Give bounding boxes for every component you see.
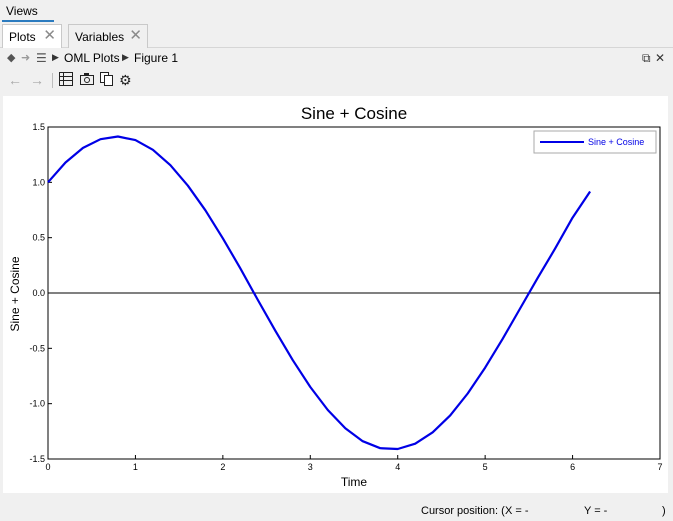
cursor-x-readout: X = -: [505, 505, 529, 517]
close-icon[interactable]: ✕: [129, 27, 142, 45]
status-bar: Cursor position: ( X = - Y = - ): [0, 500, 673, 521]
tab-strip: Plots ✕ Variables ✕: [0, 24, 673, 49]
chart-title: Sine + Cosine: [301, 104, 407, 123]
back-arrow-icon[interactable]: ←: [8, 72, 22, 88]
x-tick-label: 2: [220, 462, 225, 472]
app-window: Views Plots ✕ Variables ✕ ◆ ➜ ☰ ▶ OML Pl…: [0, 0, 673, 521]
axes: 0 1 2 3 4 5 6 7 1.5 1.0 0.5 0.0 -0.5 -1.0 -1.5: [29, 122, 662, 472]
y-tick-label: -1.0: [29, 399, 45, 409]
close-icon[interactable]: ✕: [43, 27, 56, 45]
cursor-close-paren: ): [662, 505, 666, 517]
x-tick-label: 3: [308, 462, 313, 472]
x-axis-label: Time: [341, 475, 368, 489]
y-tick-label: -0.5: [29, 343, 45, 353]
forward-arrow-icon[interactable]: →: [30, 72, 44, 88]
undock-icon[interactable]: ⧉: [642, 51, 651, 66]
y-tick-label: 1.0: [32, 177, 45, 187]
views-title[interactable]: Views: [6, 4, 38, 18]
list-icon[interactable]: ☰: [36, 51, 47, 65]
y-tick-label: 0.0: [32, 288, 45, 298]
camera-icon[interactable]: [80, 72, 94, 89]
tab-variables[interactable]: Variables ✕: [68, 24, 148, 48]
chevron-right-icon: ▶: [122, 52, 129, 62]
plot-panel[interactable]: Sine + Cosine 0 1 2 3 4 5 6 7 1.5 1.0 0.5 0.0 -0.5 -1…: [3, 96, 668, 493]
copy-icon[interactable]: [100, 72, 114, 89]
y-axis-label: Sine + Cosine: [8, 256, 22, 331]
x-tick-label: 0: [45, 462, 50, 472]
breadcrumb: ◆ ➜ ☰ ▶ OML Plots ▶ Figure 1 ⧉ ✕: [0, 48, 673, 68]
breadcrumb-oml-plots[interactable]: OML Plots: [64, 51, 120, 65]
close-icon[interactable]: ✕: [655, 51, 665, 65]
toolbar-divider: [52, 73, 53, 88]
line-chart[interactable]: Sine + Cosine 0 1 2 3 4 5 6 7 1.5 1.0 0.5 0.0 -0.5 -1…: [3, 96, 668, 493]
tab-variables-label: Variables: [75, 30, 125, 44]
y-tick-label: 0.5: [32, 233, 45, 243]
x-tick-label: 1: [133, 462, 138, 472]
legend-entry: Sine + Cosine: [588, 137, 644, 147]
views-underline: [2, 20, 54, 22]
x-tick-label: 5: [483, 462, 488, 472]
x-tick-label: 4: [395, 462, 400, 472]
cursor-position-label: Cursor position: (: [421, 505, 505, 517]
cursor-y-readout: Y = -: [584, 505, 608, 517]
y-tick-label: -1.5: [29, 454, 45, 464]
nav-back-icon[interactable]: ◆: [7, 51, 15, 64]
x-tick-label: 6: [570, 462, 575, 472]
breadcrumb-figure[interactable]: Figure 1: [134, 51, 178, 65]
tab-plots-label: Plots: [9, 30, 36, 44]
plot-toolbar: ← → ⚙: [0, 70, 673, 92]
legend[interactable]: Sine + Cosine: [533, 130, 657, 154]
tab-plots[interactable]: Plots ✕: [2, 24, 62, 49]
chevron-right-icon: ▶: [52, 52, 59, 62]
gear-icon[interactable]: ⚙: [119, 72, 132, 88]
y-tick-label: 1.5: [32, 122, 45, 132]
nav-forward-icon[interactable]: ➜: [21, 51, 30, 64]
x-tick-label: 7: [657, 462, 662, 472]
table-icon[interactable]: [59, 72, 73, 89]
views-header: Views: [0, 0, 673, 22]
